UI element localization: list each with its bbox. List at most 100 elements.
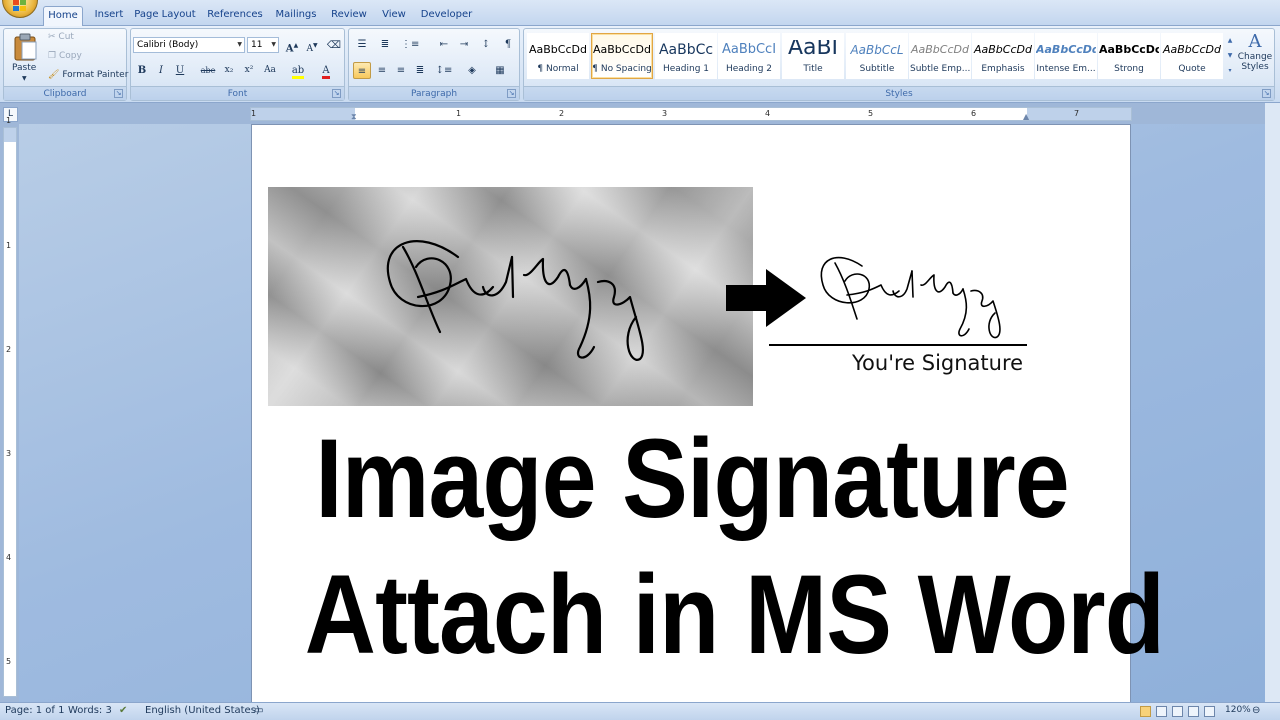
style-preview: AaBbCc xyxy=(658,42,714,58)
style-heading-1[interactable]: AaBbCc Heading 1 xyxy=(655,33,717,79)
tab-references[interactable]: References xyxy=(205,6,265,26)
style-preview: AaBI xyxy=(787,40,839,60)
line-spacing-button[interactable]: ↕≡ xyxy=(435,62,453,79)
web-layout-view-icon[interactable] xyxy=(1172,706,1183,717)
bold-button[interactable]: B xyxy=(133,62,151,79)
full-screen-reading-view-icon[interactable] xyxy=(1156,706,1167,717)
style-no-spacing[interactable]: AaBbCcDd ¶ No Spacing xyxy=(591,33,653,79)
tab-page-layout[interactable]: Page Layout xyxy=(134,6,196,26)
print-layout-view-icon[interactable] xyxy=(1140,706,1151,717)
style-subtitle[interactable]: AaBbCcL Subtitle xyxy=(846,33,908,79)
change-styles-label-1: Change xyxy=(1237,52,1273,62)
word-count[interactable]: Words: 3 xyxy=(68,705,112,716)
style-subtle-emphasis[interactable]: AaBbCcDd Subtle Emp... xyxy=(909,33,971,79)
bullets-button[interactable]: ☰ xyxy=(353,36,371,53)
tab-review[interactable]: Review xyxy=(328,6,370,26)
strikethrough-button[interactable]: abe xyxy=(199,62,217,79)
format-painter-button[interactable]: 🖌 Format Painter xyxy=(48,70,128,80)
zoom-level[interactable]: 120% xyxy=(1225,705,1251,715)
style-preview: AaBbCcI xyxy=(721,42,777,57)
outline-view-icon[interactable] xyxy=(1188,706,1199,717)
clear-formatting-button[interactable]: ⌫ xyxy=(325,37,343,54)
style-name: Emphasis xyxy=(981,64,1025,74)
chevron-down-icon: ▼ xyxy=(271,41,276,48)
style-strong[interactable]: AaBbCcDc Strong xyxy=(1098,33,1160,79)
multilevel-list-button[interactable]: ⋮≡ xyxy=(401,36,419,53)
proofing-icon[interactable]: ✔ xyxy=(119,705,127,716)
indent-marker-icon[interactable]: ⧗ xyxy=(351,112,357,122)
crumpled-paper-signature-image[interactable] xyxy=(268,187,753,406)
clipboard-launcher-icon[interactable]: ↘ xyxy=(114,89,123,98)
style-name: Subtitle xyxy=(859,64,895,74)
styles-group-label: Styles xyxy=(524,86,1274,100)
styles-launcher-icon[interactable]: ↘ xyxy=(1262,89,1271,98)
superscript-button[interactable]: x² xyxy=(240,62,258,79)
right-indent-marker-icon[interactable]: ▲ xyxy=(1023,112,1029,121)
tab-mailings[interactable]: Mailings xyxy=(272,6,320,26)
ruler-number: 4 xyxy=(765,109,771,118)
shading-button[interactable]: ◈ xyxy=(463,62,481,79)
style-name: Quote xyxy=(1178,64,1206,74)
cut-button[interactable]: ✂ Cut xyxy=(48,32,74,42)
style-normal[interactable]: AaBbCcDd ¶ Normal xyxy=(527,33,589,79)
decrease-indent-button[interactable]: ⇤ xyxy=(435,36,453,53)
vertical-ruler[interactable]: 1 1 2 3 4 5 xyxy=(3,116,17,697)
style-preview: AaBbCcDc xyxy=(1099,43,1159,56)
language-indicator[interactable]: English (United States) xyxy=(145,705,260,716)
highlighter-icon: ab xyxy=(291,65,305,79)
tab-developer[interactable]: Developer xyxy=(419,6,474,26)
paragraph-group-label: Paragraph xyxy=(349,86,519,100)
justify-button[interactable]: ≣ xyxy=(411,62,429,79)
sort-button[interactable]: ↕ xyxy=(477,36,495,53)
style-intense-emphasis[interactable]: AaBbCcDd Intense Em... xyxy=(1035,33,1097,79)
macro-record-icon[interactable]: ▭ xyxy=(254,705,263,716)
font-launcher-icon[interactable]: ↘ xyxy=(332,89,341,98)
status-bar: Page: 1 of 1 Words: 3 ✔ English (United … xyxy=(0,702,1280,720)
draft-view-icon[interactable] xyxy=(1204,706,1215,717)
multilevel-list-icon: ⋮≡ xyxy=(401,39,420,50)
copy-label: Copy xyxy=(58,51,82,61)
font-color-button[interactable]: A xyxy=(317,62,335,79)
italic-button[interactable]: I xyxy=(152,62,170,79)
align-right-button[interactable]: ≡ xyxy=(392,62,410,79)
grow-font-button[interactable]: A▲ xyxy=(283,37,301,54)
style-emphasis[interactable]: AaBbCcDd Emphasis xyxy=(972,33,1034,79)
style-heading-2[interactable]: AaBbCcI Heading 2 xyxy=(718,33,780,79)
tab-view[interactable]: View xyxy=(378,6,410,26)
copy-button[interactable]: ❐ Copy xyxy=(48,51,82,61)
paragraph-launcher-icon[interactable]: ↘ xyxy=(507,89,516,98)
change-styles-button[interactable]: A Change Styles xyxy=(1237,31,1273,87)
ruler-number: 1 xyxy=(456,109,462,118)
vertical-scrollbar[interactable] xyxy=(1265,103,1280,703)
increase-indent-button[interactable]: ⇥ xyxy=(455,36,473,53)
change-case-button[interactable]: Aa xyxy=(261,62,279,79)
subscript-button[interactable]: x₂ xyxy=(220,62,238,79)
horizontal-ruler[interactable]: 1 1 2 3 4 5 6 7 ⧗ ▲ xyxy=(250,107,1132,121)
page-count[interactable]: Page: 1 of 1 xyxy=(5,705,64,716)
ruler-top-margin xyxy=(4,128,16,142)
style-quote[interactable]: AaBbCcDd Quote xyxy=(1161,33,1223,79)
font-family-select[interactable]: Calibri (Body) ▼ xyxy=(133,37,245,53)
shrink-font-button[interactable]: A▼ xyxy=(303,37,321,54)
sort-icon: ↕ xyxy=(481,39,491,50)
align-left-button[interactable]: ≡ xyxy=(353,62,371,79)
paste-icon xyxy=(14,33,37,61)
font-size-select[interactable]: 11 ▼ xyxy=(247,37,279,53)
document-page[interactable]: You're Signature Image Signature Attach … xyxy=(251,124,1165,704)
numbering-button[interactable]: ≣ xyxy=(376,36,394,53)
styles-gallery-scroll[interactable]: ▲ ▼ ▾ xyxy=(1225,33,1235,79)
paste-button[interactable]: Paste ▼ xyxy=(7,31,43,86)
tab-insert[interactable]: Insert xyxy=(90,6,128,26)
bullets-icon: ☰ xyxy=(357,39,367,50)
show-formatting-button[interactable]: ¶ xyxy=(499,36,517,53)
ruler-number: 3 xyxy=(6,449,12,458)
underline-button[interactable]: U xyxy=(171,62,189,79)
font-group: Calibri (Body) ▼ 11 ▼ A▲ A▼ ⌫ B I U abe … xyxy=(130,28,345,101)
style-title[interactable]: AaBI Title xyxy=(782,33,844,79)
align-center-button[interactable]: ≡ xyxy=(373,62,391,79)
zoom-out-icon[interactable]: ⊖ xyxy=(1252,705,1260,716)
borders-button[interactable]: ▦ xyxy=(491,62,509,79)
office-button[interactable] xyxy=(2,0,38,18)
highlight-button[interactable]: ab xyxy=(289,62,307,79)
tab-home[interactable]: Home xyxy=(43,6,83,27)
